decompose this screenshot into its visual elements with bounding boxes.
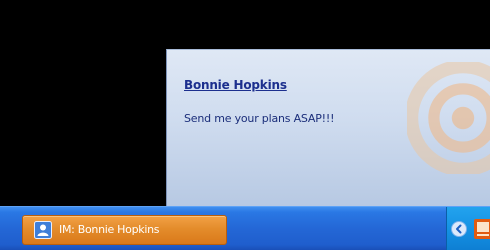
notification-message-text: Send me your plans ASAP!!! xyxy=(184,112,335,125)
system-tray xyxy=(446,207,490,250)
taskbar: IM: Bonnie Hopkins xyxy=(0,206,490,250)
messenger-logo-watermark-icon xyxy=(407,62,490,174)
taskbar-button-im-conversation[interactable]: IM: Bonnie Hopkins xyxy=(22,215,227,245)
show-hidden-icons-chevron-icon[interactable] xyxy=(451,221,467,237)
im-notification-popup[interactable]: Bonnie Hopkins Send me your plans ASAP!!… xyxy=(166,49,490,206)
tray-app-icon[interactable] xyxy=(474,219,490,239)
notification-sender-link[interactable]: Bonnie Hopkins xyxy=(184,78,287,92)
messenger-icon xyxy=(34,221,52,239)
taskbar-button-label: IM: Bonnie Hopkins xyxy=(59,223,160,236)
